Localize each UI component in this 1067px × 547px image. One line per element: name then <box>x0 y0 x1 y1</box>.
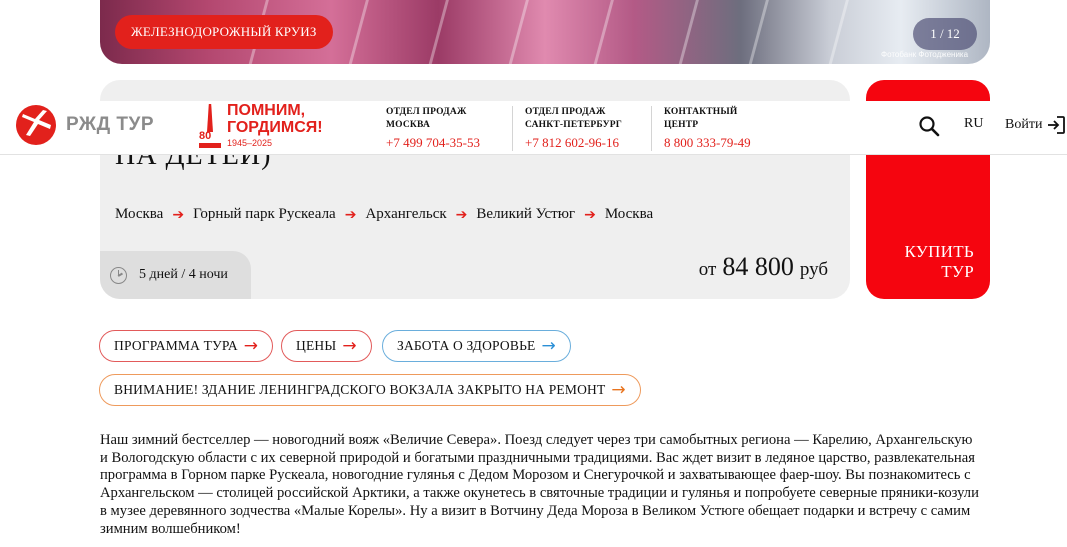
tour-duration: 5 дней / 4 ночи <box>100 251 251 299</box>
arrow-right-icon: → <box>611 380 626 400</box>
language-switch[interactable]: RU <box>964 116 983 132</box>
arrow-right-icon: ➔ <box>172 206 185 223</box>
tab-program[interactable]: ПРОГРАММА ТУРА → <box>99 330 274 362</box>
phone-link-center[interactable]: 8 800 333-79-49 <box>664 135 764 151</box>
tour-route: Москва ➔ Горный парк Рускеала ➔ Архангел… <box>115 206 653 223</box>
phone-link-moscow[interactable]: +7 499 704-35-53 <box>386 135 486 151</box>
contact-label: ОТДЕЛ ПРОДАЖ САНКТ-ПЕТЕРБУРГ <box>525 107 622 130</box>
route-stop: Москва <box>115 206 164 222</box>
contact-label: ОТДЕЛ ПРОДАЖ МОСКВА <box>386 107 467 130</box>
clock-icon <box>110 266 127 284</box>
route-stop: Горный парк Рускеала <box>193 206 336 222</box>
victory-day-banner[interactable]: 80 ПОМНИМ, ГОРДИМСЯ! 1945–2025 <box>199 102 323 150</box>
contact-spb: ОТДЕЛ ПРОДАЖ САНКТ-ПЕТЕРБУРГ +7 812 602-… <box>512 106 639 151</box>
sales-contacts: ОТДЕЛ ПРОДАЖ МОСКВА +7 499 704-35-53 ОТД… <box>386 106 790 151</box>
hero-category-badge: ЖЕЛЕЗНОДОРОЖНЫЙ КРУИЗ <box>115 15 333 49</box>
route-stop: Архангельск <box>365 206 447 222</box>
route-stop: Великий Устюг <box>476 206 576 222</box>
logo-text: РЖД ТУР <box>66 114 155 135</box>
price-currency: руб <box>799 259 828 280</box>
duration-text: 5 дней / 4 ночи <box>139 267 228 282</box>
slide-counter: 1 / 12 <box>913 18 977 50</box>
victory-slogan: ПОМНИМ, ГОРДИМСЯ! <box>227 102 323 136</box>
arrow-right-icon: → <box>243 336 259 356</box>
search-icon[interactable] <box>918 115 940 137</box>
site-header: РЖД ТУР 80 ПОМНИМ, ГОРДИМСЯ! 1945–2025 О… <box>0 101 1067 155</box>
contact-center: КОНТАКТНЫЙ ЦЕНТР 8 800 333-79-49 <box>651 106 778 151</box>
buy-tour-label: КУПИТЬ ТУР <box>904 242 974 281</box>
price-prefix: от <box>698 259 717 280</box>
contact-moscow: ОТДЕЛ ПРОДАЖ МОСКВА +7 499 704-35-53 <box>386 106 500 151</box>
tab-prices[interactable]: ЦЕНЫ → <box>281 330 372 362</box>
tab-prices-label: ЦЕНЫ <box>296 338 337 353</box>
login-label: Войти <box>1005 117 1043 132</box>
arrow-right-icon: ➔ <box>455 206 468 223</box>
tab-program-label: ПРОГРАММА ТУРА <box>114 338 238 353</box>
photo-credit: Фотобанк Фотодженика <box>881 50 969 59</box>
arrow-right-icon: → <box>342 336 357 356</box>
login-icon <box>1048 116 1066 134</box>
tour-description: Наш зимний бестселлер — новогодний вояж … <box>100 432 979 537</box>
logo-link[interactable]: РЖД ТУР <box>14 105 154 145</box>
phone-link-spb[interactable]: +7 812 602-96-16 <box>525 135 625 151</box>
tour-price: от 84 800 руб <box>699 252 828 282</box>
contact-label: КОНТАКТНЫЙ ЦЕНТР <box>664 107 738 130</box>
victory-years: 1945–2025 <box>227 138 273 148</box>
notice-label: ВНИМАНИЕ! ЗДАНИЕ ЛЕНИНГРАДСКОГО ВОКЗАЛА … <box>114 382 606 397</box>
rzd-logo-icon <box>16 105 56 145</box>
victory-emblem-icon: 80 <box>199 102 223 150</box>
arrow-right-icon: ➔ <box>584 206 596 223</box>
arrow-right-icon: → <box>541 336 556 356</box>
tab-health-label: ЗАБОТА О ЗДОРОВЬЕ <box>397 338 536 353</box>
login-button[interactable]: Войти <box>1005 115 1066 135</box>
route-stop: Москва <box>604 206 654 222</box>
notice-station-closed[interactable]: ВНИМАНИЕ! ЗДАНИЕ ЛЕНИНГРАДСКОГО ВОКЗАЛА … <box>99 374 641 406</box>
price-amount: 84 800 <box>722 252 794 281</box>
arrow-right-icon: ➔ <box>344 206 357 223</box>
tab-health[interactable]: ЗАБОТА О ЗДОРОВЬЕ → <box>382 330 571 362</box>
